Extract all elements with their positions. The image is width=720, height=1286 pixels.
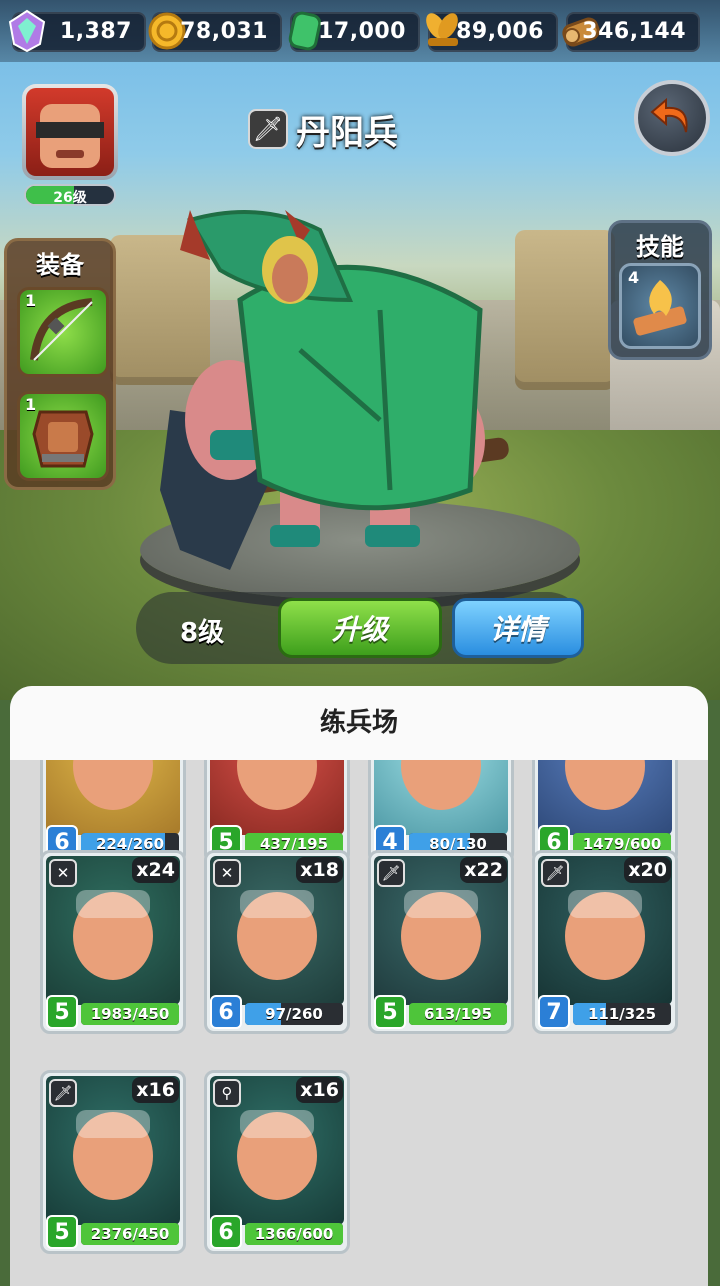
unit-portrait [538, 760, 672, 835]
unit-card[interactable]: ⚲ x16 6 1366/600 [204, 1070, 350, 1254]
resource-value: 17,000 [318, 19, 406, 44]
unit-progress-bar: 111/325 [573, 1003, 671, 1025]
equipment-count: 1 [25, 395, 37, 414]
back-button[interactable] [634, 80, 710, 156]
unit-count: x16 [132, 1077, 179, 1103]
gem-icon [8, 9, 46, 53]
upgrade-button[interactable]: 升级 [278, 598, 442, 658]
unit-progress-text: 613/195 [423, 1005, 493, 1023]
unit-progress-bar: 1983/450 [81, 1003, 179, 1025]
unit-level-badge: 6 [210, 995, 242, 1029]
equipment-panel: 装备 1 1 [4, 238, 116, 490]
resource-bar: 1,387 78,031 17,000 89,006 346,144 [0, 0, 720, 62]
unit-progress-bar: 2376/450 [81, 1223, 179, 1245]
unit-progress-bar: 613/195 [409, 1003, 507, 1025]
unit-card[interactable]: ✕ x18 6 97/260 [204, 850, 350, 1034]
resource-value: 78,031 [180, 19, 268, 44]
skill-panel: 技能 4 [608, 220, 712, 360]
resource-value: 1,387 [59, 19, 132, 44]
unit-card[interactable]: 6 1479/600 [532, 760, 678, 864]
sword-icon: 🗡 [49, 1079, 77, 1107]
unit-portrait [374, 760, 508, 835]
unit-progress-text: 97/260 [265, 1005, 323, 1023]
unit-face-icon [565, 760, 645, 810]
equipment-count: 1 [25, 291, 37, 310]
unit-count: x24 [132, 857, 179, 883]
unit-count: x20 [624, 857, 671, 883]
skill-title: 技能 [636, 233, 684, 261]
equipment-title: 装备 [36, 251, 84, 279]
unit-portrait [210, 760, 344, 835]
panel-header: 练兵场 [10, 686, 708, 760]
crossbow-icon: ✕ [213, 859, 241, 887]
resource-jade[interactable]: 17,000 [288, 11, 420, 52]
crossbow-icon: ✕ [49, 859, 77, 887]
unit-card[interactable]: 5 437/195 [204, 760, 350, 864]
unit-face-icon [237, 760, 317, 810]
panel-title: 练兵场 [319, 708, 398, 738]
equipment-slot-armor[interactable]: 1 [17, 391, 109, 481]
unit-card[interactable]: 🗡 x20 7 111/325 [532, 850, 678, 1034]
player-avatar[interactable] [22, 84, 118, 180]
sword-icon: 🗡 [248, 109, 288, 149]
unit-card[interactable]: 🗡 x16 5 2376/450 [40, 1070, 186, 1254]
unit-portrait [46, 760, 180, 835]
unit-title: 🗡 丹阳兵 [248, 106, 398, 153]
unit-progress-bar: 97/260 [245, 1003, 343, 1025]
details-button[interactable]: 详情 [452, 598, 584, 658]
player-level-bar: 26级 [24, 184, 116, 206]
staff-icon: ⚲ [213, 1079, 241, 1107]
unit-card[interactable]: 6 224/260 [40, 760, 186, 864]
resource-gems[interactable]: 1,387 [8, 9, 146, 53]
unit-card[interactable]: 🗡 x22 5 613/195 [368, 850, 514, 1034]
training-ground-panel: 练兵场 6 224/260 5 437/195 4 80/130 6 1479/600 ✕ x24… [10, 686, 708, 1286]
resource-grain[interactable]: 89,006 [426, 12, 558, 52]
back-arrow-icon [650, 97, 688, 133]
resource-value: 346,144 [582, 19, 686, 44]
resource-wood[interactable]: 346,144 [562, 12, 700, 52]
resource-value: 89,006 [456, 19, 544, 44]
totem-right [515, 230, 615, 390]
sword-icon: 🗡 [541, 859, 569, 887]
unit-card[interactable]: 4 80/130 [368, 760, 514, 864]
unit-progress-bar: 1366/600 [245, 1223, 343, 1245]
unit-level: 8级 [180, 618, 225, 648]
player-level-label: 26级 [53, 190, 87, 206]
resource-coins[interactable]: 78,031 [148, 12, 282, 52]
unit-card[interactable]: ✕ x24 5 1983/450 [40, 850, 186, 1034]
unit-face-icon [401, 760, 481, 810]
sword-icon: 🗡 [377, 859, 405, 887]
skill-count: 4 [628, 268, 640, 287]
unit-count: x18 [296, 857, 343, 883]
unit-level-badge: 7 [538, 995, 570, 1029]
unit-progress-text: 1366/600 [254, 1225, 334, 1243]
unit-name: 丹阳兵 [296, 112, 398, 153]
unit-count: x16 [296, 1077, 343, 1103]
unit-character-art [160, 210, 509, 570]
skill-slot[interactable]: 4 [619, 263, 701, 349]
unit-level-badge: 5 [46, 1215, 78, 1249]
unit-count: x22 [460, 857, 507, 883]
avatar-face-icon [36, 104, 104, 168]
unit-progress-text: 1983/450 [90, 1005, 170, 1023]
equipment-slot-bow[interactable]: 1 [17, 287, 109, 377]
unit-level-badge: 5 [46, 995, 78, 1029]
unit-card-grid[interactable]: 6 224/260 5 437/195 4 80/130 6 1479/600 ✕ x24 5 198… [10, 760, 708, 1286]
unit-progress-text: 2376/450 [90, 1225, 170, 1243]
unit-progress-text: 111/325 [587, 1005, 657, 1023]
unit-level-badge: 6 [210, 1215, 242, 1249]
unit-face-icon [73, 760, 153, 810]
unit-level-badge: 5 [374, 995, 406, 1029]
